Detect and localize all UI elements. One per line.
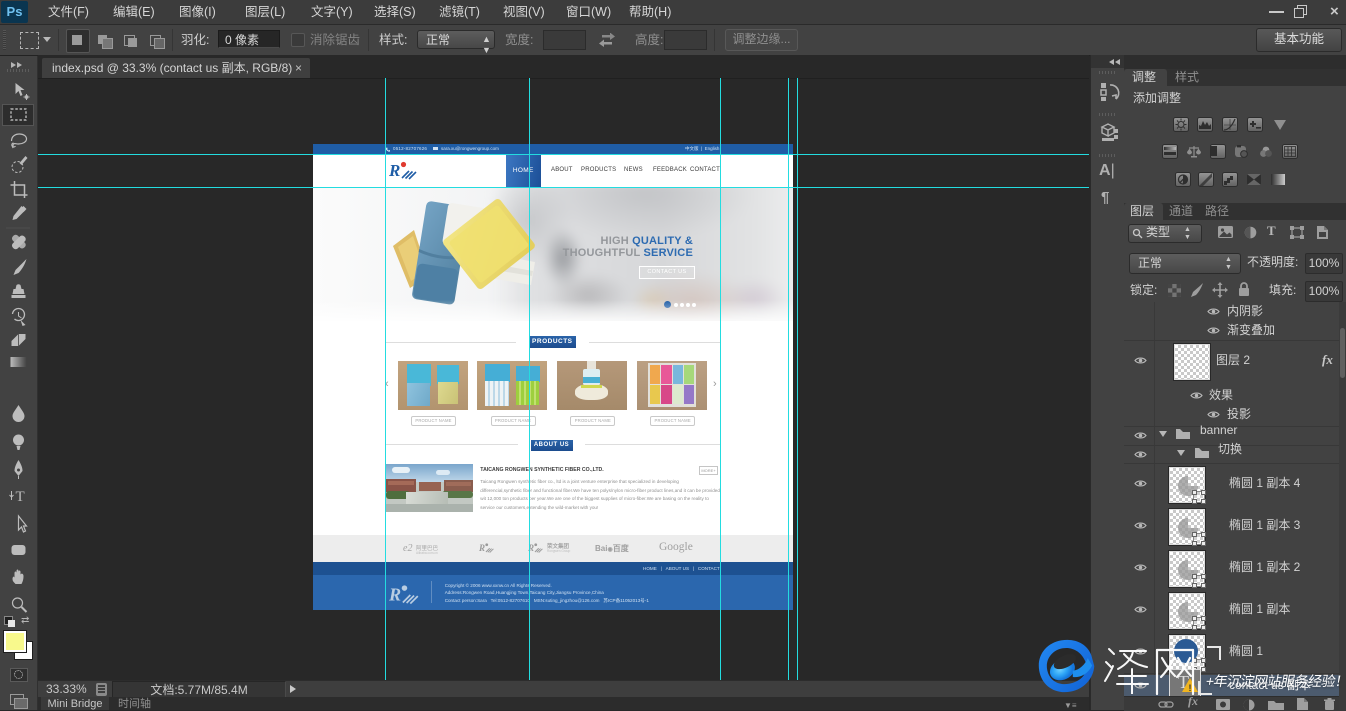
svg-text:R: R — [389, 161, 400, 180]
svg-text:R: R — [479, 542, 485, 552]
svg-text:R: R — [389, 584, 401, 604]
svg-text:T: T — [16, 489, 25, 505]
